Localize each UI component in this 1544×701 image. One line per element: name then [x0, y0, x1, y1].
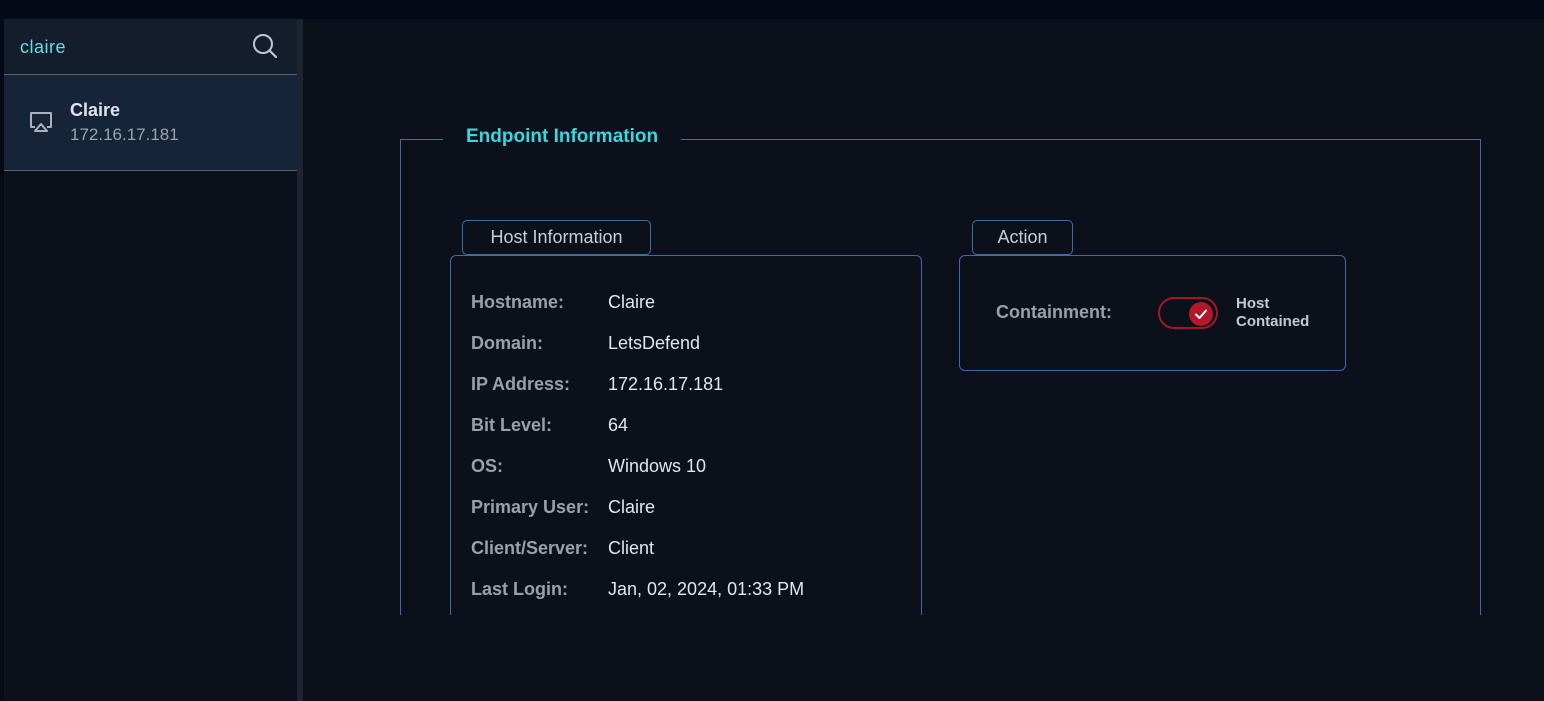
host-info-box: Hostname: Claire Domain: LetsDefend IP A… — [450, 255, 922, 615]
action-box: Containment: Host Contained — [959, 255, 1346, 371]
info-label: OS: — [471, 456, 504, 476]
info-value: Claire — [608, 292, 656, 312]
search-box — [4, 19, 297, 75]
containment-status-line2: Contained — [1236, 313, 1310, 330]
info-value: Windows 10 — [608, 456, 707, 476]
search-input[interactable] — [20, 33, 240, 61]
info-label: Client/Server: — [471, 538, 589, 558]
host-ip: 172.16.17.181 — [70, 125, 179, 144]
info-value: Claire — [608, 497, 656, 517]
containment-label: Containment: — [996, 302, 1112, 322]
host-name: Claire — [70, 100, 121, 120]
info-label: Last Login: — [471, 579, 568, 599]
endpoint-info-title: Endpoint Information — [443, 126, 682, 148]
containment-status: Host Contained — [1236, 295, 1326, 331]
info-label: IP Address: — [471, 374, 571, 394]
search-icon[interactable] — [251, 32, 279, 60]
action-label: Action — [972, 220, 1073, 255]
host-info-label: Host Information — [462, 220, 651, 255]
main-panel: Endpoint Information Hostname: Claire Do… — [303, 19, 1544, 701]
top-bar — [0, 0, 1544, 19]
info-value: 172.16.17.181 — [608, 374, 724, 394]
info-value: Client — [608, 538, 655, 558]
info-value: LetsDefend — [608, 333, 701, 353]
info-value: 64 — [608, 415, 629, 435]
info-value: Jan, 02, 2024, 01:33 PM — [608, 579, 805, 599]
check-icon — [1195, 309, 1207, 319]
toggle-knob — [1189, 302, 1213, 326]
info-label: Domain: — [471, 333, 543, 353]
containment-toggle[interactable] — [1158, 297, 1218, 329]
info-label: Bit Level: — [471, 415, 553, 435]
info-label: Hostname: — [471, 292, 565, 312]
host-list-item[interactable]: Claire 172.16.17.181 — [4, 75, 297, 171]
containment-status-line1: Host — [1236, 295, 1270, 312]
info-label: Primary User: — [471, 497, 590, 517]
sidebar: Claire 172.16.17.181 — [4, 19, 297, 701]
screen-cast-icon — [30, 112, 52, 132]
